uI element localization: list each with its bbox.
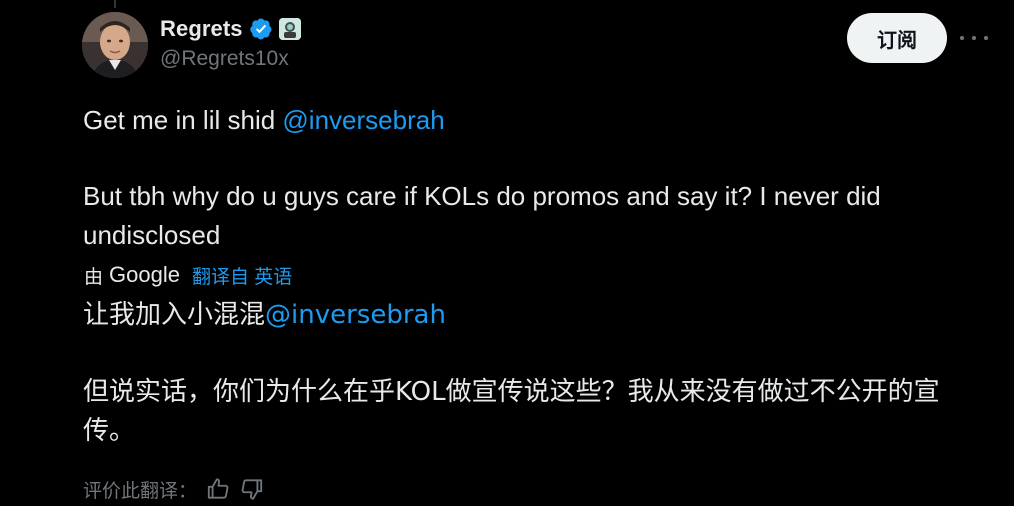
translated-text: 让我加入小混混 [83,300,266,330]
more-horizontal-icon[interactable] [960,28,988,48]
translated-text-line-1: 让我加入小混混@inversebrah [83,296,983,335]
subscribe-button[interactable]: 订阅 [847,13,947,63]
verified-badge-icon [249,18,272,40]
author-display-name[interactable]: Regrets [160,16,243,42]
avatar[interactable] [82,12,148,78]
tweet-text: Get me in lil shid [83,105,283,135]
affiliate-badge-icon[interactable] [278,18,301,40]
translated-by-label: 由 [84,266,104,288]
tweet-text-paragraph-2: But tbh why do u guys care if KOLs do pr… [83,181,881,250]
thread-connector-line [114,0,116,8]
translated-text-paragraph-2: 但说实话，你们为什么在乎KOL做宣传说这些？我从来没有做过不公开的宣传。 [83,377,940,446]
google-logo-text: Google [109,262,180,287]
tweet-text-line-1: Get me in lil shid @inversebrah [83,101,963,140]
thumbs-up-icon[interactable] [205,476,231,502]
translation-attribution: 由 Google 翻译自 英语 [84,260,292,290]
rate-translation-label: 评价此翻译： [83,479,198,502]
translated-mention-link[interactable]: @inversebrah [265,300,446,330]
mention-link[interactable]: @inversebrah [282,105,444,135]
translated-from-link[interactable]: 翻译自 英语 [192,262,292,289]
profile-photo [82,12,148,78]
rate-translation-row: 评价此翻译： [83,475,265,503]
author-handle[interactable]: @Regrets10x [160,47,289,71]
author-name-row[interactable]: Regrets [160,14,301,44]
thumbs-down-icon[interactable] [239,476,265,502]
